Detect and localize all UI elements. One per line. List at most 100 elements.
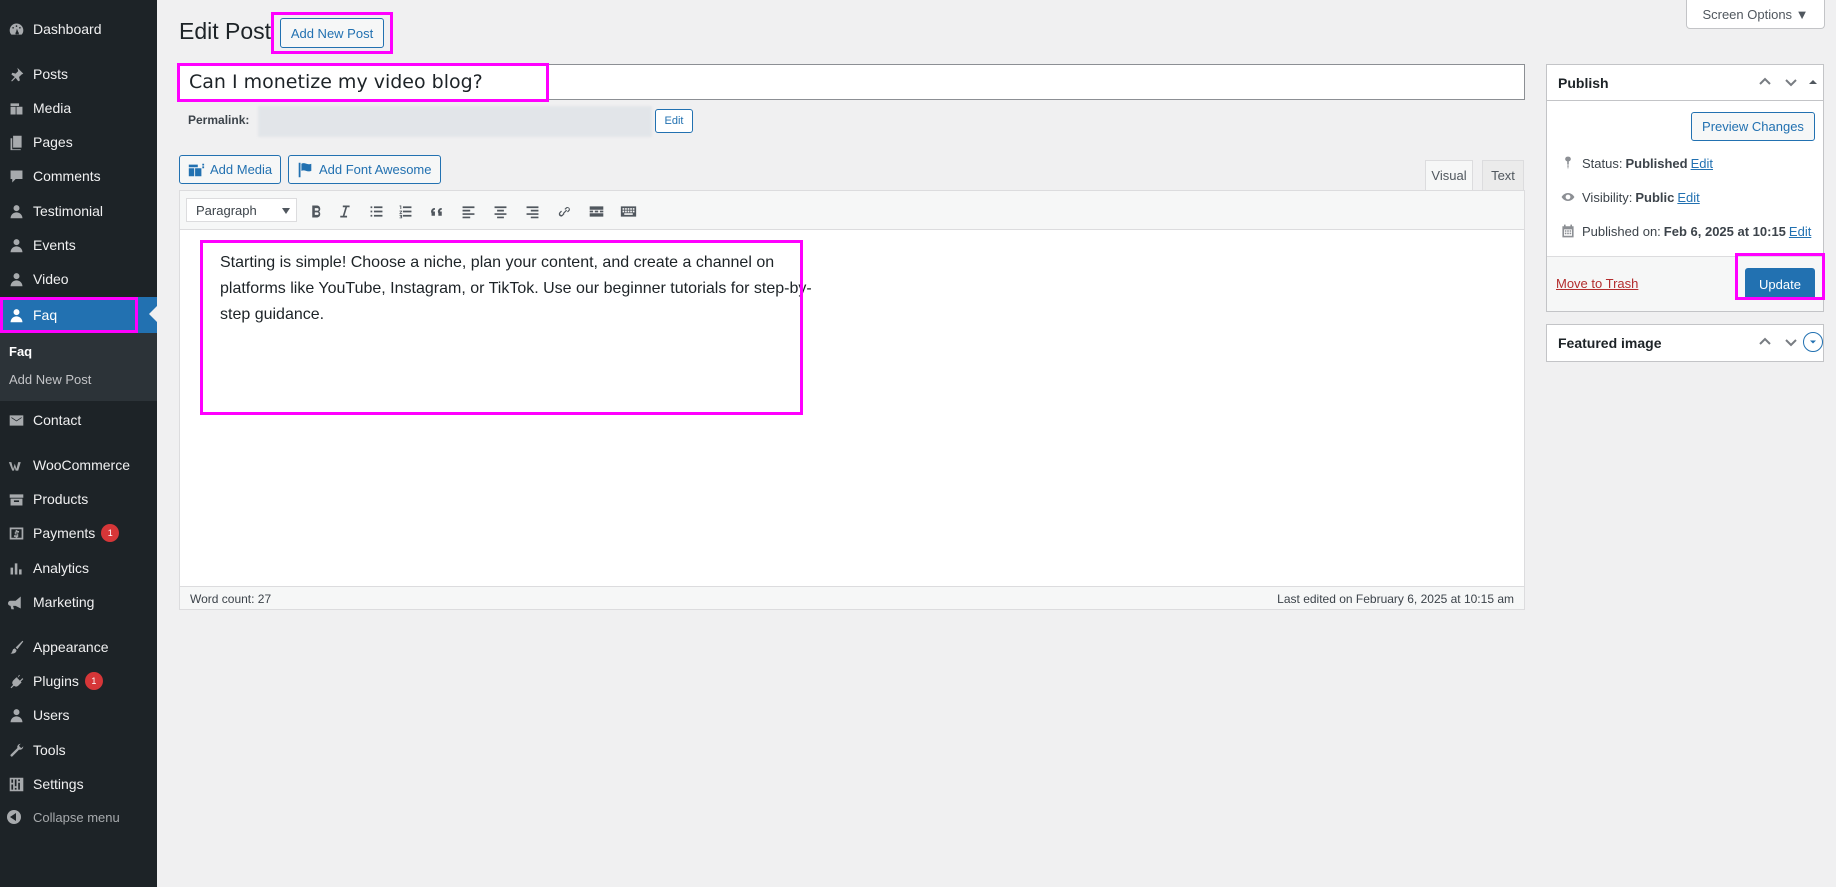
menu-dashboard[interactable]: Dashboard [0, 12, 157, 46]
caret-up-icon [1809, 80, 1817, 84]
faq-submenu: Faq Add New Post [0, 333, 157, 401]
align-center-icon [494, 205, 506, 218]
menu-label: Payments [33, 525, 96, 541]
menu-settings[interactable]: Settings [0, 767, 157, 801]
submenu-add-new-post[interactable]: Add New Post [9, 372, 91, 387]
chart-icon [6, 558, 26, 578]
menu-posts[interactable]: Posts [0, 57, 157, 91]
published-on-label: Published on: [1582, 223, 1661, 239]
menu-events[interactable]: Events [0, 228, 157, 262]
format-select[interactable]: Paragraph [186, 198, 297, 222]
permalink-url[interactable] [258, 106, 652, 137]
move-to-trash-link[interactable]: Move to Trash [1556, 276, 1638, 291]
archive-icon [6, 489, 26, 509]
published-on-edit-link[interactable]: Edit [1789, 224, 1811, 239]
update-button[interactable]: Update [1745, 268, 1815, 300]
move-up-button[interactable] [1757, 74, 1773, 90]
visibility-edit-link[interactable]: Edit [1677, 190, 1699, 205]
move-down-button[interactable] [1783, 74, 1799, 90]
menu-label: Faq [33, 307, 58, 323]
bullet-list-button[interactable] [364, 199, 388, 223]
add-font-awesome-button[interactable]: Add Font Awesome [288, 155, 441, 184]
chevron-down-icon [1785, 339, 1797, 347]
menu-label: WooCommerce [33, 457, 130, 473]
menu-payments[interactable]: Payments 1 [0, 516, 157, 550]
menu-label: Products [33, 491, 89, 507]
media-icon [6, 98, 26, 118]
post-title-input[interactable] [179, 64, 1525, 100]
read-more-button[interactable] [584, 199, 608, 223]
submenu-faq[interactable]: Faq [9, 344, 32, 359]
menu-woocommerce[interactable]: WooCommerce [0, 448, 157, 482]
status-edit-link[interactable]: Edit [1691, 156, 1713, 171]
editor-status-bar: Word count: 27 Last edited on February 6… [180, 586, 1524, 609]
featured-image-box: Featured image [1546, 324, 1824, 362]
add-media-button[interactable]: Add Media [179, 155, 282, 184]
menu-contact[interactable]: Contact [0, 403, 157, 437]
bold-button[interactable] [304, 199, 328, 223]
read-more-icon [589, 205, 603, 217]
featured-move-up-button[interactable] [1757, 334, 1773, 350]
publish-box: Publish Preview Changes Status: Publishe… [1546, 64, 1824, 312]
permalink-edit-button[interactable]: Edit [655, 109, 693, 133]
menu-users[interactable]: Users [0, 698, 157, 732]
user-icon [6, 269, 26, 289]
align-right-button[interactable] [520, 199, 544, 223]
align-center-button[interactable] [488, 199, 512, 223]
menu-label: Events [33, 237, 76, 253]
plugins-badge: 1 [84, 672, 103, 690]
italic-icon [339, 205, 350, 217]
admin-sidebar: Dashboard Posts Media Pages Comments Tes… [0, 0, 157, 887]
featured-toggle-button[interactable] [1803, 332, 1823, 352]
menu-faq[interactable]: Faq [0, 297, 157, 333]
align-right-icon [526, 205, 538, 218]
menu-analytics[interactable]: Analytics [0, 551, 157, 585]
menu-label: Plugins [33, 673, 79, 689]
comments-icon [6, 166, 26, 186]
menu-products[interactable]: Products [0, 482, 157, 516]
status-label: Status: [1582, 155, 1623, 171]
menu-label: Contact [33, 412, 82, 428]
preview-changes-button[interactable]: Preview Changes [1691, 112, 1815, 141]
tab-text[interactable]: Text [1482, 160, 1524, 190]
user-icon [6, 305, 26, 325]
dashboard-icon [6, 19, 26, 39]
menu-tools[interactable]: Tools [0, 733, 157, 767]
blockquote-button[interactable] [425, 199, 449, 223]
menu-label: Posts [33, 66, 69, 82]
insert-link-button[interactable] [552, 199, 576, 223]
featured-image-header[interactable]: Featured image [1547, 325, 1823, 361]
menu-marketing[interactable]: Marketing [0, 585, 157, 619]
menu-video[interactable]: Video [0, 262, 157, 296]
toolbar-toggle-button[interactable] [616, 199, 640, 223]
align-left-button[interactable] [456, 199, 480, 223]
media-icon [188, 163, 205, 176]
post-content[interactable]: Starting is simple! Choose a niche, plan… [220, 250, 820, 328]
menu-label: Testimonial [33, 203, 104, 219]
screen-options-button[interactable]: Screen Options ▼ [1686, 0, 1825, 29]
menu-plugins[interactable]: Plugins 1 [0, 664, 157, 698]
featured-move-down-button[interactable] [1783, 334, 1799, 350]
add-new-post-button[interactable]: Add New Post [280, 18, 384, 48]
menu-label: Settings [33, 776, 84, 792]
visibility-label: Visibility: [1582, 189, 1633, 205]
collapse-icon [7, 810, 21, 824]
toggle-panel-button[interactable] [1805, 74, 1821, 90]
numbered-list-button[interactable] [393, 199, 417, 223]
editor-toolbar: Paragraph [180, 191, 1524, 230]
menu-pages[interactable]: Pages [0, 125, 157, 159]
menu-label: Analytics [33, 560, 90, 576]
menu-comments[interactable]: Comments [0, 159, 157, 193]
collapse-menu-button[interactable]: Collapse menu [0, 805, 157, 829]
status-row: Status: Published Edit [1560, 155, 1713, 171]
menu-appearance[interactable]: Appearance [0, 630, 157, 664]
italic-button[interactable] [332, 199, 356, 223]
chevron-up-icon [1759, 77, 1771, 85]
menu-media[interactable]: Media [0, 91, 157, 125]
dollar-icon [6, 523, 26, 543]
permalink-label: Permalink: [188, 113, 250, 127]
menu-testimonial[interactable]: Testimonial [0, 194, 157, 228]
tab-visual[interactable]: Visual [1425, 160, 1473, 190]
woo-icon [6, 455, 26, 475]
publish-header: Publish [1547, 65, 1823, 101]
